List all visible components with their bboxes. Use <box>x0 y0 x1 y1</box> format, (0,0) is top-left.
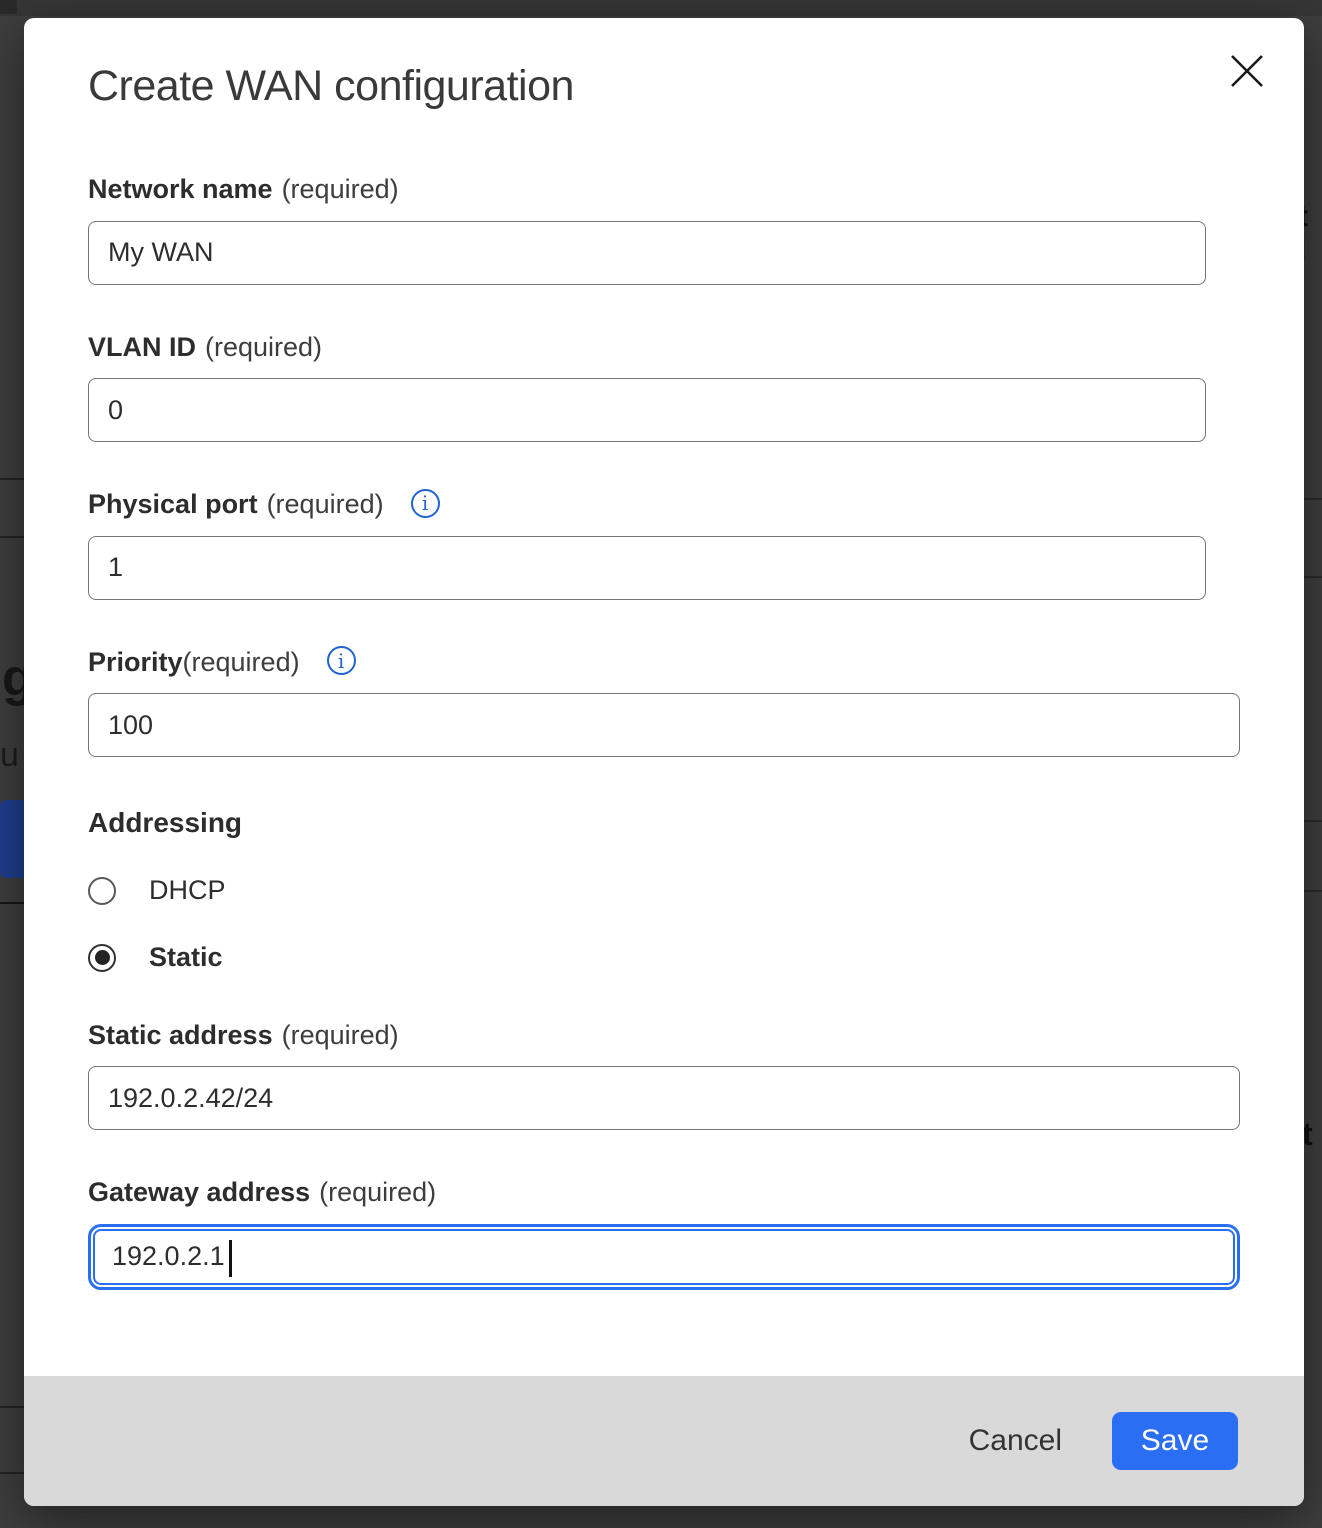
addressing-heading: Addressing <box>88 807 1240 839</box>
gateway-address-label: Gateway address (required) <box>88 1176 1240 1208</box>
static-address-label: Static address (required) <box>88 1019 1240 1051</box>
required-marker: (required) <box>183 646 300 678</box>
gateway-address-field-group: Gateway address (required) <box>88 1176 1240 1289</box>
gateway-address-focus-ring <box>88 1224 1240 1290</box>
background-overlay-band <box>0 0 1322 16</box>
physical-port-label: Physical port (required) i <box>88 488 1240 520</box>
network-name-label: Network name (required) <box>88 173 1240 205</box>
priority-label: Priority (required) i <box>88 646 1240 678</box>
info-icon[interactable]: i <box>411 489 440 518</box>
dialog-title: Create WAN configuration <box>88 62 1240 111</box>
field-label-text: VLAN ID <box>88 331 196 363</box>
vlan-id-field-group: VLAN ID (required) <box>88 331 1240 442</box>
vlan-id-label: VLAN ID (required) <box>88 331 1240 363</box>
required-marker: (required) <box>282 1019 399 1051</box>
required-marker: (required) <box>267 488 384 520</box>
required-marker: (required) <box>319 1176 436 1208</box>
required-marker: (required) <box>205 331 322 363</box>
field-label-text: Physical port <box>88 488 258 520</box>
vlan-id-input[interactable] <box>88 378 1206 442</box>
gateway-address-input[interactable] <box>93 1229 1235 1285</box>
physical-port-input[interactable] <box>88 536 1206 600</box>
required-marker: (required) <box>282 173 399 205</box>
cancel-button[interactable]: Cancel <box>969 1414 1062 1468</box>
priority-input[interactable] <box>88 693 1240 757</box>
radio-selected-icon[interactable] <box>88 944 116 972</box>
field-label-text: Network name <box>88 173 273 205</box>
radio-option-static[interactable]: Static <box>88 942 1240 973</box>
radio-dot <box>95 950 110 965</box>
network-name-input[interactable] <box>88 221 1206 285</box>
background-overlay-patch <box>0 0 17 14</box>
field-label-text: Priority <box>88 646 183 678</box>
field-label-text: Static address <box>88 1019 273 1051</box>
radio-label-static: Static <box>149 942 223 973</box>
static-address-input[interactable] <box>88 1066 1240 1130</box>
field-label-text: Gateway address <box>88 1176 310 1208</box>
radio-unselected-icon[interactable] <box>88 877 116 905</box>
static-address-field-group: Static address (required) <box>88 1019 1240 1130</box>
info-icon[interactable]: i <box>327 646 356 675</box>
network-name-field-group: Network name (required) <box>88 173 1240 284</box>
text-cursor <box>229 1240 232 1277</box>
radio-option-dhcp[interactable]: DHCP <box>88 875 1240 906</box>
create-wan-configuration-dialog: Create WAN configuration Network name (r… <box>24 18 1304 1506</box>
physical-port-field-group: Physical port (required) i <box>88 488 1240 599</box>
radio-label-dhcp: DHCP <box>149 875 226 906</box>
save-button[interactable]: Save <box>1112 1412 1238 1470</box>
dialog-footer: Cancel Save <box>24 1376 1304 1506</box>
background-text-fragment: u <box>0 736 19 775</box>
priority-field-group: Priority (required) i <box>88 646 1240 757</box>
